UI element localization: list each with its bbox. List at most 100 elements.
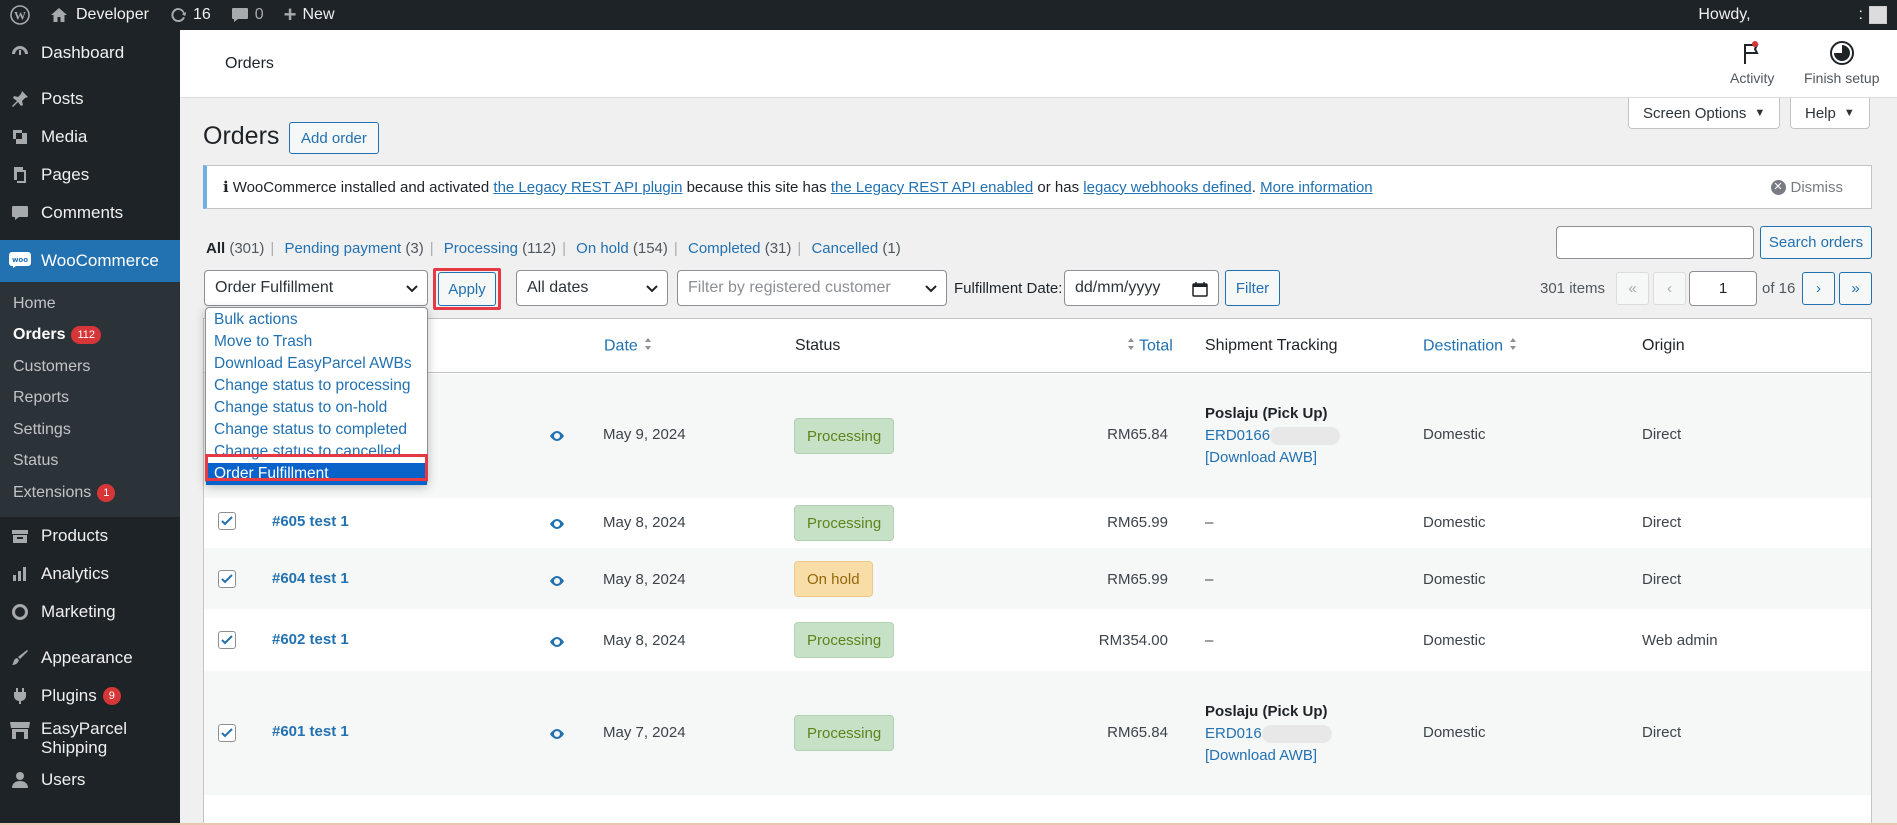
- menu-products[interactable]: Products: [0, 517, 180, 555]
- preview-eye-icon[interactable]: [549, 635, 565, 653]
- submenu-reports[interactable]: Reports: [0, 383, 180, 415]
- filter-cancelled-label: Cancelled: [811, 240, 879, 257]
- submenu-home[interactable]: Home: [0, 288, 180, 320]
- screen-options-button[interactable]: Screen Options ▼: [1628, 98, 1781, 129]
- row-checkbox[interactable]: [218, 512, 236, 530]
- menu-marketing[interactable]: Marketing: [0, 593, 180, 631]
- comments-link[interactable]: 0: [221, 0, 274, 30]
- menu-media[interactable]: Media: [0, 118, 180, 156]
- download-awb-link[interactable]: [Download AWB]: [1205, 747, 1317, 764]
- bulk-actions-select[interactable]: Order Fulfillment: [204, 270, 428, 306]
- add-order-button[interactable]: Add order: [289, 122, 379, 154]
- tracking-link[interactable]: ERD016: [1205, 725, 1262, 742]
- howdy-colon: :: [1858, 6, 1863, 23]
- column-date[interactable]: Date: [604, 337, 652, 356]
- filter-completed[interactable]: Completed (31): [688, 240, 791, 257]
- row-checkbox[interactable]: [218, 570, 236, 588]
- download-awb-link[interactable]: [Download AWB]: [1205, 449, 1317, 466]
- dismiss-button[interactable]: ✕ Dismiss: [1770, 179, 1843, 196]
- new-content-link[interactable]: + New: [274, 0, 345, 30]
- submenu-customers[interactable]: Customers: [0, 351, 180, 383]
- menu-posts[interactable]: Posts: [0, 80, 180, 118]
- current-page-input[interactable]: 1: [1689, 271, 1757, 306]
- comment-icon: [9, 202, 31, 224]
- menu-plugins[interactable]: Plugins 9: [0, 677, 180, 715]
- column-total[interactable]: Total: [1127, 337, 1173, 356]
- order-total: RM354.00: [1098, 632, 1168, 649]
- order-date: May 8, 2024: [603, 571, 686, 588]
- next-page-button[interactable]: ›: [1802, 272, 1835, 305]
- wordpress-logo-icon[interactable]: W: [0, 0, 40, 30]
- filter-all[interactable]: All (301): [206, 240, 264, 257]
- submenu-settings[interactable]: Settings: [0, 414, 180, 446]
- menu-users[interactable]: Users: [0, 761, 180, 799]
- customer-filter-select[interactable]: Filter by registered customer: [677, 270, 947, 306]
- menu-easyparcel[interactable]: EasyParcel Shipping: [0, 715, 180, 761]
- order-link[interactable]: #605 test 1: [272, 513, 349, 530]
- help-button[interactable]: Help ▼: [1790, 98, 1870, 129]
- more-info-link[interactable]: More information: [1260, 179, 1373, 196]
- order-link[interactable]: #604 test 1: [272, 570, 349, 587]
- media-icon: [9, 126, 31, 148]
- legacy-enabled-link[interactable]: the Legacy REST API enabled: [831, 179, 1033, 196]
- preview-eye-icon[interactable]: [549, 727, 565, 745]
- preview-eye-icon[interactable]: [549, 429, 565, 447]
- menu-dashboard[interactable]: Dashboard: [0, 34, 180, 72]
- woocommerce-submenu: Home Orders 112 Customers Reports Setting…: [0, 282, 180, 517]
- search-orders-button[interactable]: Search orders: [1760, 226, 1872, 259]
- updates-link[interactable]: 16: [159, 0, 221, 30]
- filter-cancelled[interactable]: Cancelled (1): [811, 240, 900, 257]
- order-link[interactable]: #601 test 1: [272, 723, 349, 740]
- menu-appearance-label: Appearance: [41, 647, 133, 667]
- tracking-link[interactable]: ERD0166: [1205, 427, 1270, 444]
- menu-pages[interactable]: Pages: [0, 156, 180, 194]
- column-shipment-tracking: Shipment Tracking: [1205, 337, 1338, 354]
- filter-pending[interactable]: Pending payment (3): [284, 240, 423, 257]
- dates-select[interactable]: All dates: [516, 270, 668, 306]
- filter-button[interactable]: Filter: [1225, 270, 1280, 306]
- submenu-status[interactable]: Status: [0, 446, 180, 478]
- preview-eye-icon[interactable]: [549, 574, 565, 592]
- submenu-home-label: Home: [13, 294, 56, 312]
- legacy-plugin-link[interactable]: the Legacy REST API plugin: [493, 179, 682, 196]
- menu-appearance[interactable]: Appearance: [0, 639, 180, 677]
- table-row[interactable]: #604 test 1 May 8, 2024 On hold RM65.99 …: [204, 548, 1871, 609]
- filter-completed-label: Completed: [687, 240, 761, 257]
- row-checkbox[interactable]: [218, 631, 236, 649]
- option-status-completed[interactable]: Change status to completed: [206, 419, 427, 441]
- menu-woocommerce[interactable]: woo WooCommerce: [0, 240, 180, 282]
- order-date: May 8, 2024: [603, 514, 686, 531]
- first-page-button[interactable]: «: [1616, 272, 1649, 305]
- webhooks-link[interactable]: legacy webhooks defined: [1083, 179, 1251, 196]
- filter-on-hold[interactable]: On hold (154): [576, 240, 668, 257]
- menu-analytics[interactable]: Analytics: [0, 555, 180, 593]
- table-row[interactable]: #605 test 1 May 8, 2024 Processing RM65.…: [204, 498, 1871, 548]
- table-row[interactable]: #601 test 1 May 7, 2024 Processing RM65.…: [204, 671, 1871, 795]
- row-checkbox[interactable]: [218, 724, 236, 742]
- table-row[interactable]: #602 test 1 May 8, 2024 Processing RM354…: [204, 609, 1871, 671]
- option-status-processing[interactable]: Change status to processing: [206, 375, 427, 397]
- finish-setup-button[interactable]: Finish setup: [1804, 40, 1879, 86]
- column-destination[interactable]: Destination: [1423, 337, 1517, 356]
- order-link[interactable]: #602 test 1: [272, 631, 349, 648]
- submenu-extensions[interactable]: Extensions 1: [0, 477, 180, 509]
- activity-button[interactable]: Activity: [1730, 40, 1774, 86]
- table-row[interactable]: May 9, 2024 Processing RM65.84 Poslaju (…: [204, 374, 1871, 498]
- option-status-on-hold[interactable]: Change status to on-hold: [206, 397, 427, 419]
- admin-bar: W Developer 16 0 + New Howdy, :: [0, 0, 1897, 30]
- option-move-to-trash[interactable]: Move to Trash: [206, 331, 427, 353]
- search-input[interactable]: [1556, 226, 1754, 259]
- last-page-button[interactable]: »: [1839, 272, 1872, 305]
- calendar-icon[interactable]: [1192, 281, 1208, 297]
- filter-processing[interactable]: Processing (112): [444, 240, 556, 257]
- fulfillment-date-input[interactable]: dd/mm/yyyy: [1064, 270, 1219, 306]
- menu-comments[interactable]: Comments: [0, 194, 180, 232]
- submenu-orders[interactable]: Orders 112: [0, 320, 180, 352]
- prev-page-button[interactable]: ‹: [1653, 272, 1686, 305]
- option-bulk-actions[interactable]: Bulk actions: [206, 309, 427, 331]
- apply-highlight: [433, 268, 501, 310]
- site-name-link[interactable]: Developer: [40, 0, 159, 30]
- option-download-awbs[interactable]: Download EasyParcel AWBs: [206, 353, 427, 375]
- preview-eye-icon[interactable]: [549, 517, 565, 535]
- my-account[interactable]: Howdy, :: [1698, 6, 1897, 24]
